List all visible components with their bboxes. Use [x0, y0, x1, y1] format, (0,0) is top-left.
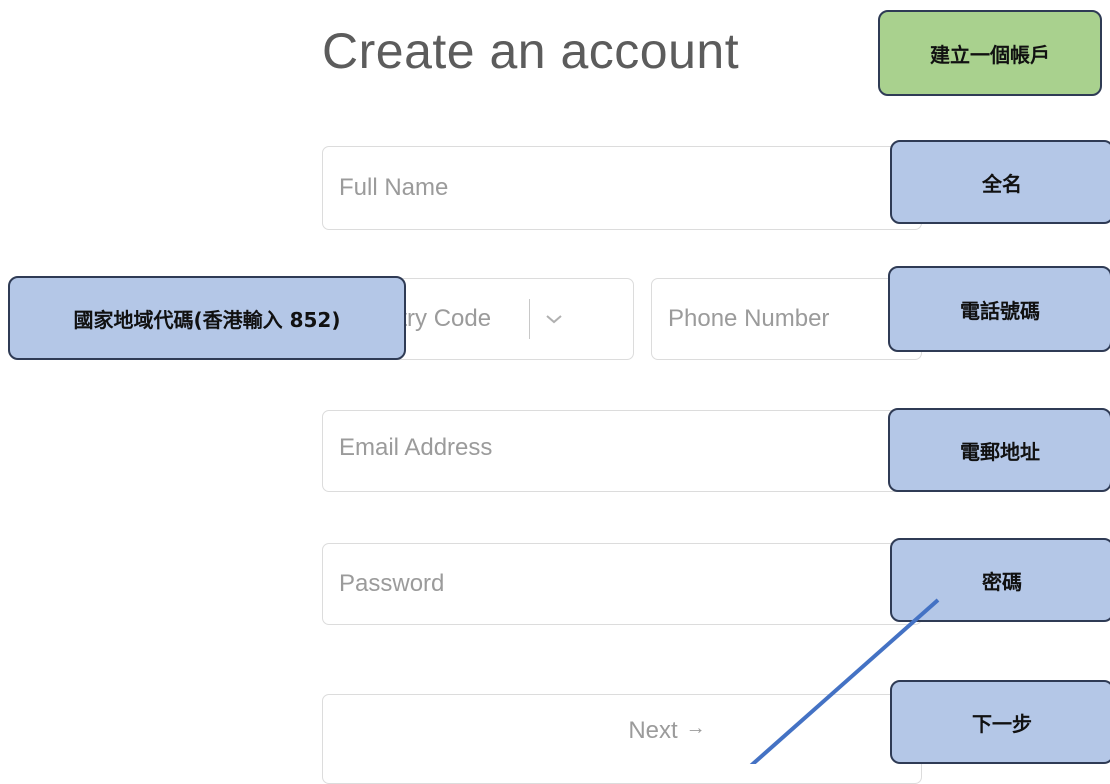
callout-country-code: 國家地域代碼(香港輸入 852) — [8, 276, 406, 360]
next-button-label: Next — [628, 717, 678, 744]
chevron-down-icon[interactable] — [530, 299, 578, 339]
next-button[interactable]: Next → — [322, 694, 922, 784]
email-input[interactable] — [323, 411, 921, 491]
pointer-line — [749, 598, 940, 764]
callout-phone: 電話號碼 — [888, 266, 1110, 352]
password-input[interactable] — [323, 544, 921, 624]
full-name-input[interactable] — [323, 147, 921, 229]
email-field[interactable] — [322, 410, 922, 492]
full-name-field[interactable] — [322, 146, 922, 230]
page-title: Create an account — [322, 23, 740, 79]
callout-email: 電郵地址 — [888, 408, 1110, 492]
phone-number-field[interactable] — [651, 278, 922, 360]
callout-password: 密碼 — [890, 538, 1110, 622]
phone-number-input[interactable] — [652, 279, 921, 359]
callout-create-account: 建立一個帳戶 — [878, 10, 1102, 96]
arrow-right-icon: → — [685, 717, 706, 739]
callout-full-name: 全名 — [890, 140, 1110, 224]
callout-next: 下一步 — [890, 680, 1110, 764]
password-field[interactable] — [322, 543, 922, 625]
